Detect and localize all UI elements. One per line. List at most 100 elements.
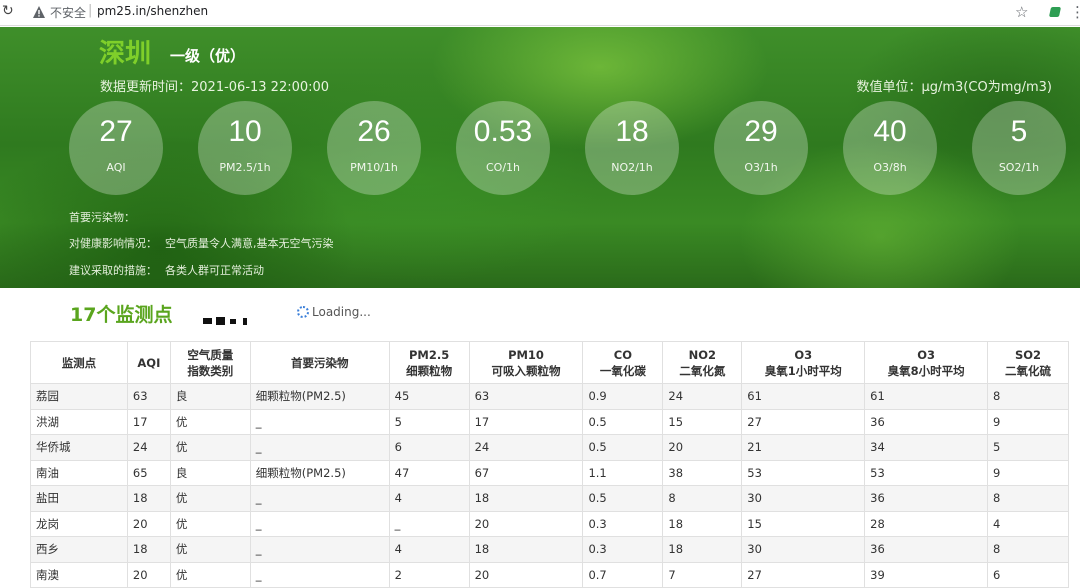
metric-pm10: 26 PM10/1h	[327, 101, 421, 195]
table-cell: 20	[468, 561, 584, 588]
table-cell: 优	[169, 510, 251, 537]
column-header[interactable]: NO2 二氧化氮	[662, 341, 743, 384]
table-cell: 0.5	[582, 485, 664, 512]
url-separator: |	[88, 3, 93, 18]
table-cell: 53	[864, 459, 989, 486]
metric-no2: 18 NO2/1h	[585, 101, 679, 195]
table-row: 龙岗 20 优 _ _ 20 0.3 18 15 28 4	[30, 510, 1069, 537]
table-cell: _	[249, 485, 390, 512]
table-cell: 47	[388, 459, 470, 486]
column-header[interactable]: AQI	[126, 341, 171, 384]
column-header[interactable]: 空气质量 指数类别	[169, 341, 251, 384]
metric-label: PM10/1h	[350, 161, 398, 174]
column-header[interactable]: 监测点	[30, 341, 128, 384]
table-cell: 61	[741, 383, 866, 410]
table-cell: 细颗粒物(PM2.5)	[249, 383, 390, 410]
table-cell: 30	[741, 485, 866, 512]
table-cell: 45	[388, 383, 470, 410]
table-cell: 1.1	[582, 459, 664, 486]
table-cell: 34	[864, 434, 989, 461]
table-cell: 27	[741, 561, 866, 588]
table-cell: 9	[987, 408, 1069, 435]
table-cell: 4	[987, 510, 1069, 537]
browser-toolbar: ↻ 不安全 | pm25.in/shenzhen ☆ ⋮	[0, 0, 1080, 26]
table-cell: 20	[126, 561, 171, 588]
table-cell: _	[249, 408, 390, 435]
metric-value: 0.53	[473, 115, 533, 148]
table-cell: 优	[169, 561, 251, 588]
table-row: 盐田 18 优 _ 4 18 0.5 8 30 36 8	[30, 485, 1069, 512]
table-cell: 8	[987, 536, 1069, 563]
column-header[interactable]: SO2 二氧化硫	[987, 341, 1069, 384]
table-row: 荔园 63 良细颗粒物(PM2.5) 45 63 0.9 24 61 61 8	[30, 383, 1069, 410]
table-cell: 9	[987, 459, 1069, 486]
aqi-grade: 一级（优）	[170, 47, 246, 65]
loading-indicator: Loading...	[297, 305, 371, 319]
metric-label: SO2/1h	[998, 161, 1040, 174]
column-header[interactable]: PM10 可吸入颗粒物	[468, 341, 584, 384]
table-cell: 4	[388, 536, 470, 563]
advice-value: 各类人群可正常活动	[165, 264, 264, 277]
address-bar[interactable]: pm25.in/shenzhen	[97, 4, 208, 18]
table-cell: 18	[468, 536, 584, 563]
reload-icon[interactable]: ↻	[2, 3, 18, 21]
extension-icon[interactable]	[1048, 7, 1062, 17]
table-cell: 优	[169, 434, 251, 461]
table-cell: 0.5	[582, 408, 664, 435]
metric-label: NO2/1h	[611, 161, 653, 174]
spinner-icon	[297, 306, 309, 318]
update-time: 数据更新时间：2021-06-13 22:00:00	[100, 80, 330, 95]
table-cell: 15	[741, 510, 866, 537]
column-header[interactable]: CO 一氧化碳	[582, 341, 664, 384]
station-name-cell: 龙岗	[30, 510, 128, 537]
table-cell: 30	[741, 536, 866, 563]
table-row: 华侨城 24 优 _ 6 24 0.5 20 21 34 5	[30, 434, 1069, 461]
table-cell: 15	[662, 408, 743, 435]
column-header[interactable]: O3 臭氧8小时平均	[864, 341, 989, 384]
bookmark-star-icon[interactable]: ☆	[1015, 3, 1028, 21]
table-cell: 65	[126, 459, 171, 486]
table-header-row: 监测点 AQI 空气质量 指数类别 首要污染物 PM2.5 细颗粒物 PM10 可吸入…	[30, 341, 1069, 384]
station-name-cell: 南油	[30, 459, 128, 486]
table-row: 西乡 18 优 _ 4 18 0.3 18 30 36 8	[30, 536, 1069, 563]
table-cell: 18	[468, 485, 584, 512]
browser-menu-icon[interactable]: ⋮	[1070, 3, 1080, 21]
primary-pollutant-label: 首要污染物：	[69, 211, 135, 224]
table-cell: 良	[169, 383, 251, 410]
health-impact-info: 对健康影响情况： 空气质量令人满意,基本无空气污染	[69, 235, 334, 251]
table-cell: 优	[169, 408, 251, 435]
table-cell: 6	[987, 561, 1069, 588]
table-cell: 20	[662, 434, 743, 461]
station-name-cell: 西乡	[30, 536, 128, 563]
table-cell: _	[249, 561, 390, 588]
column-header[interactable]: 首要污染物	[249, 341, 390, 384]
metric-so2: 5 SO2/1h	[972, 101, 1066, 195]
table-cell: 0.7	[582, 561, 664, 588]
security-label[interactable]: 不安全	[50, 4, 86, 21]
table-cell: 优	[169, 485, 251, 512]
station-name-cell: 盐田	[30, 485, 128, 512]
metric-o3-1h: 29 O3/1h	[714, 101, 808, 195]
advice-info: 建议采取的措施： 各类人群可正常活动	[69, 262, 264, 278]
column-header[interactable]: PM2.5 细颗粒物	[388, 341, 470, 384]
primary-pollutant-info: 首要污染物：	[69, 209, 143, 225]
table-cell: 63	[126, 383, 171, 410]
table-cell: 7	[662, 561, 743, 588]
stations-count-title: 17个监测点	[70, 304, 173, 326]
metric-o3-8h: 40 O3/8h	[843, 101, 937, 195]
table-row: 洪湖 17 优 _ 5 17 0.5 15 27 36 9	[30, 408, 1069, 435]
table-cell: 36	[864, 485, 989, 512]
table-cell: 61	[864, 383, 989, 410]
table-cell: 0.9	[582, 383, 664, 410]
table-cell: 6	[388, 434, 470, 461]
station-name-cell: 荔园	[30, 383, 128, 410]
health-impact-label: 对健康影响情况：	[69, 237, 157, 250]
table-cell: 20	[468, 510, 584, 537]
column-header[interactable]: O3 臭氧1小时平均	[741, 341, 866, 384]
table-cell: 5	[388, 408, 470, 435]
table-cell: 18	[126, 536, 171, 563]
table-cell: 36	[864, 536, 989, 563]
table-cell: 细颗粒物(PM2.5)	[249, 459, 390, 486]
metric-label: AQI	[106, 161, 126, 174]
warning-icon[interactable]	[32, 5, 46, 19]
